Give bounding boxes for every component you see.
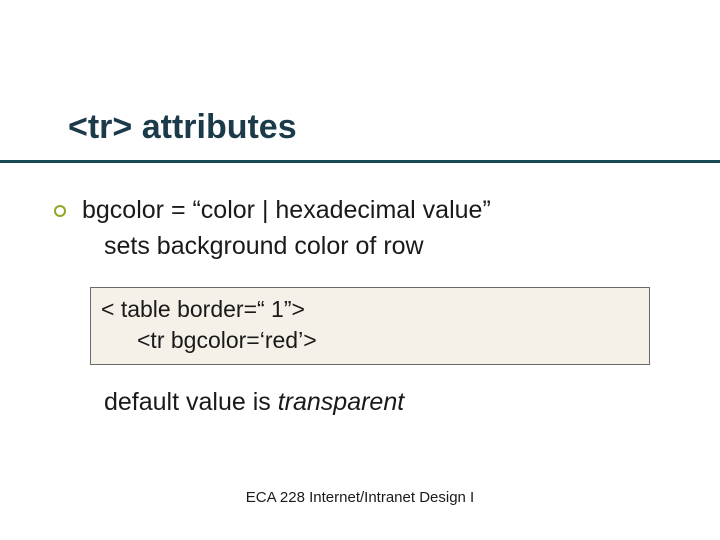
- bullet-icon: [54, 205, 66, 217]
- footer-text: ECA 228 Internet/Intranet Design I: [0, 489, 720, 506]
- body-line-1: bgcolor = “color | hexadecimal value”: [82, 194, 680, 228]
- slide-title: <tr> attributes: [68, 108, 680, 147]
- slide: <tr> attributes bgcolor = “color | hexad…: [0, 0, 720, 540]
- default-value-text: default value is transparent: [104, 388, 404, 417]
- body-text: bgcolor = “color | hexadecimal value” se…: [82, 194, 680, 264]
- code-line-1: < table border=“ 1”>: [101, 294, 639, 325]
- default-italic: transparent: [278, 388, 404, 416]
- code-example-box: < table border=“ 1”> <tr bgcolor=‘red’>: [90, 287, 650, 365]
- title-underline: [0, 160, 720, 163]
- body-line-2: sets background color of row: [104, 230, 680, 264]
- code-line-2: <tr bgcolor=‘red’>: [137, 325, 639, 356]
- title-area: <tr> attributes: [68, 108, 680, 147]
- default-prefix: default value is: [104, 388, 278, 416]
